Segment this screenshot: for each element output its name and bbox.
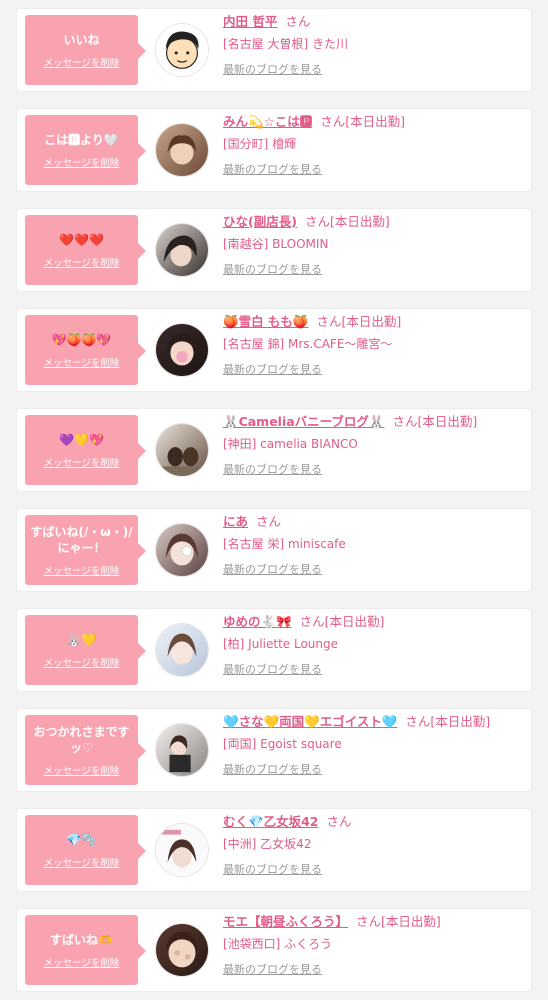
cast-name-link[interactable]: むく💎乙女坂42 bbox=[223, 814, 318, 829]
cast-name-link[interactable]: みん💫☆こは🅿 bbox=[223, 114, 312, 129]
delete-message-button[interactable]: メッセージを削除 bbox=[44, 855, 120, 869]
list-item: こは🅿より🤍 メッセージを削除 みん💫☆こは🅿 さん[本日出勤] [国分町] 檜輝… bbox=[16, 108, 532, 192]
shop-info: [柏] Juliette Lounge bbox=[223, 637, 339, 651]
message-bubble: こは🅿より🤍 メッセージを削除 bbox=[25, 115, 146, 185]
list-item: ❤️❤️❤️ メッセージを削除 ひな(副店長) さん[本日出勤] [南越谷] BL… bbox=[16, 208, 532, 292]
shop-info: [名古屋 錦] Mrs.CAFE〜雕宮〜 bbox=[223, 337, 393, 351]
latest-blog-link[interactable]: 最新のブログを見る bbox=[223, 661, 322, 677]
cast-name-link[interactable]: モエ【朝昼ふくろう】 bbox=[223, 914, 348, 929]
avatar[interactable] bbox=[155, 723, 209, 777]
latest-blog-link[interactable]: 最新のブログを見る bbox=[223, 761, 322, 777]
latest-blog-link[interactable]: 最新のブログを見る bbox=[223, 61, 322, 77]
cast-name-link[interactable]: ゆめの🐇🎀 bbox=[223, 614, 292, 629]
cast-name-link[interactable]: 内田 哲平 bbox=[223, 14, 277, 29]
delete-message-button[interactable]: メッセージを削除 bbox=[44, 55, 120, 69]
latest-blog-link[interactable]: 最新のブログを見る bbox=[223, 961, 322, 977]
message-text: 🐰💛 bbox=[66, 632, 97, 647]
message-text: 💎🫧 bbox=[66, 832, 97, 847]
latest-blog-link[interactable]: 最新のブログを見る bbox=[223, 561, 322, 577]
latest-blog-link[interactable]: 最新のブログを見る bbox=[223, 861, 322, 877]
message-text: ❤️❤️❤️ bbox=[59, 232, 104, 247]
status-badge: [本日出勤] bbox=[381, 914, 441, 929]
shop-info: [名古屋 栄] miniscafe bbox=[223, 537, 346, 551]
message-text: いいね bbox=[63, 32, 100, 47]
honorific: さん bbox=[316, 314, 342, 329]
latest-blog-link[interactable]: 最新のブログを見る bbox=[223, 461, 322, 477]
status-badge: [本日出勤] bbox=[417, 414, 478, 429]
message-text: 💜💛💖 bbox=[59, 432, 104, 447]
status-badge: [本日出勤] bbox=[430, 714, 491, 729]
message-bubble: 💖🍑🍑💖 メッセージを削除 bbox=[25, 315, 146, 385]
status-badge: [本日出勤] bbox=[324, 614, 385, 629]
delete-message-button[interactable]: メッセージを削除 bbox=[44, 455, 120, 469]
avatar[interactable] bbox=[155, 423, 209, 477]
message-bubble: 💜💛💖 メッセージを削除 bbox=[25, 415, 146, 485]
list-item: すばいね🫶 メッセージを削除 モエ【朝昼ふくろう】 さん[本日出勤] [池袋西口]… bbox=[16, 908, 532, 992]
shop-info: [名古屋 大曽根] きた川 bbox=[223, 37, 348, 51]
avatar[interactable] bbox=[155, 23, 209, 77]
list-item: 💖🍑🍑💖 メッセージを削除 🍑雪白 もも🍑 さん[本日出勤] [名古屋 錦] Mr… bbox=[16, 308, 532, 392]
honorific: さん bbox=[320, 114, 346, 129]
status-badge: [本日出勤] bbox=[329, 214, 390, 229]
latest-blog-link[interactable]: 最新のブログを見る bbox=[223, 161, 322, 177]
message-bubble: ❤️❤️❤️ メッセージを削除 bbox=[25, 215, 146, 285]
list-item: 💜💛💖 メッセージを削除 🐰Cameliaバニーブログ🐰 さん[本日出勤] [神田… bbox=[16, 408, 532, 492]
honorific: さん bbox=[256, 514, 282, 529]
shop-info: [国分町] 檜輝 bbox=[223, 137, 297, 151]
avatar[interactable] bbox=[155, 523, 209, 577]
honorific: さん bbox=[299, 614, 325, 629]
cast-name-link[interactable]: 🍑雪白 もも🍑 bbox=[223, 314, 308, 329]
honorific: さん bbox=[356, 914, 382, 929]
message-bubble: いいね メッセージを削除 bbox=[25, 15, 146, 85]
latest-blog-link[interactable]: 最新のブログを見る bbox=[223, 361, 322, 377]
honorific: さん bbox=[392, 414, 418, 429]
message-text: すばいね🫶 bbox=[50, 932, 113, 947]
list-item: いいね メッセージを削除 内田 哲平 さん [名古屋 大曽根] きた川 最新のブロ… bbox=[16, 8, 532, 92]
delete-message-button[interactable]: メッセージを削除 bbox=[44, 563, 120, 577]
message-text: おつかれさまですッ♡ bbox=[33, 724, 130, 755]
latest-blog-link[interactable]: 最新のブログを見る bbox=[223, 261, 322, 277]
delete-message-button[interactable]: メッセージを削除 bbox=[44, 763, 120, 777]
list-item: おつかれさまですッ♡ メッセージを削除 🩵さな💛両国💛エゴイスト🩵 さん[本日出勤… bbox=[16, 708, 532, 792]
honorific: さん bbox=[326, 814, 352, 829]
avatar[interactable] bbox=[155, 923, 209, 977]
delete-message-button[interactable]: メッセージを削除 bbox=[44, 255, 120, 269]
honorific: さん bbox=[405, 714, 431, 729]
honorific: さん bbox=[285, 14, 311, 29]
shop-info: [両国] Egoist square bbox=[223, 737, 342, 751]
shop-info: [南越谷] BLOOMIN bbox=[223, 237, 329, 251]
list-item: 💎🫧 メッセージを削除 むく💎乙女坂42 さん [中洲] 乙女坂42 最新のブログ… bbox=[16, 808, 532, 892]
message-text: 💖🍑🍑💖 bbox=[51, 332, 112, 347]
follow-message-list: いいね メッセージを削除 内田 哲平 さん [名古屋 大曽根] きた川 最新のブロ… bbox=[0, 0, 548, 1000]
status-badge: [本日出勤] bbox=[341, 314, 402, 329]
avatar[interactable] bbox=[155, 223, 209, 277]
message-text: すばいね(/・ω・)/にゃー！ bbox=[30, 524, 133, 555]
delete-message-button[interactable]: メッセージを削除 bbox=[44, 155, 120, 169]
cast-name-link[interactable]: 🩵さな💛両国💛エゴイスト🩵 bbox=[223, 714, 397, 729]
cast-name-link[interactable]: にあ bbox=[223, 514, 248, 529]
cast-name-link[interactable]: ひな(副店長) bbox=[223, 214, 297, 229]
status-badge: [本日出勤] bbox=[345, 114, 406, 129]
shop-info: [池袋西口] ふくろう bbox=[223, 937, 333, 951]
shop-info: [神田] camelia BIANCO bbox=[223, 437, 358, 451]
delete-message-button[interactable]: メッセージを削除 bbox=[44, 655, 120, 669]
message-text: こは🅿より🤍 bbox=[44, 132, 119, 147]
avatar[interactable] bbox=[155, 323, 209, 377]
delete-message-button[interactable]: メッセージを削除 bbox=[44, 355, 120, 369]
message-bubble: おつかれさまですッ♡ メッセージを削除 bbox=[25, 715, 146, 785]
avatar[interactable] bbox=[155, 823, 209, 877]
honorific: さん bbox=[304, 214, 330, 229]
shop-info: [中洲] 乙女坂42 bbox=[223, 837, 312, 851]
avatar[interactable] bbox=[155, 123, 209, 177]
list-item: すばいね(/・ω・)/にゃー！ メッセージを削除 にあ さん [名古屋 栄] mi… bbox=[16, 508, 532, 592]
avatar[interactable] bbox=[155, 623, 209, 677]
list-item: 🐰💛 メッセージを削除 ゆめの🐇🎀 さん[本日出勤] [柏] Juliette L… bbox=[16, 608, 532, 692]
message-bubble: すばいね(/・ω・)/にゃー！ メッセージを削除 bbox=[25, 515, 146, 585]
message-bubble: 🐰💛 メッセージを削除 bbox=[25, 615, 146, 685]
delete-message-button[interactable]: メッセージを削除 bbox=[44, 955, 120, 969]
message-bubble: すばいね🫶 メッセージを削除 bbox=[25, 915, 146, 985]
cast-name-link[interactable]: 🐰Cameliaバニーブログ🐰 bbox=[223, 414, 385, 429]
message-bubble: 💎🫧 メッセージを削除 bbox=[25, 815, 146, 885]
